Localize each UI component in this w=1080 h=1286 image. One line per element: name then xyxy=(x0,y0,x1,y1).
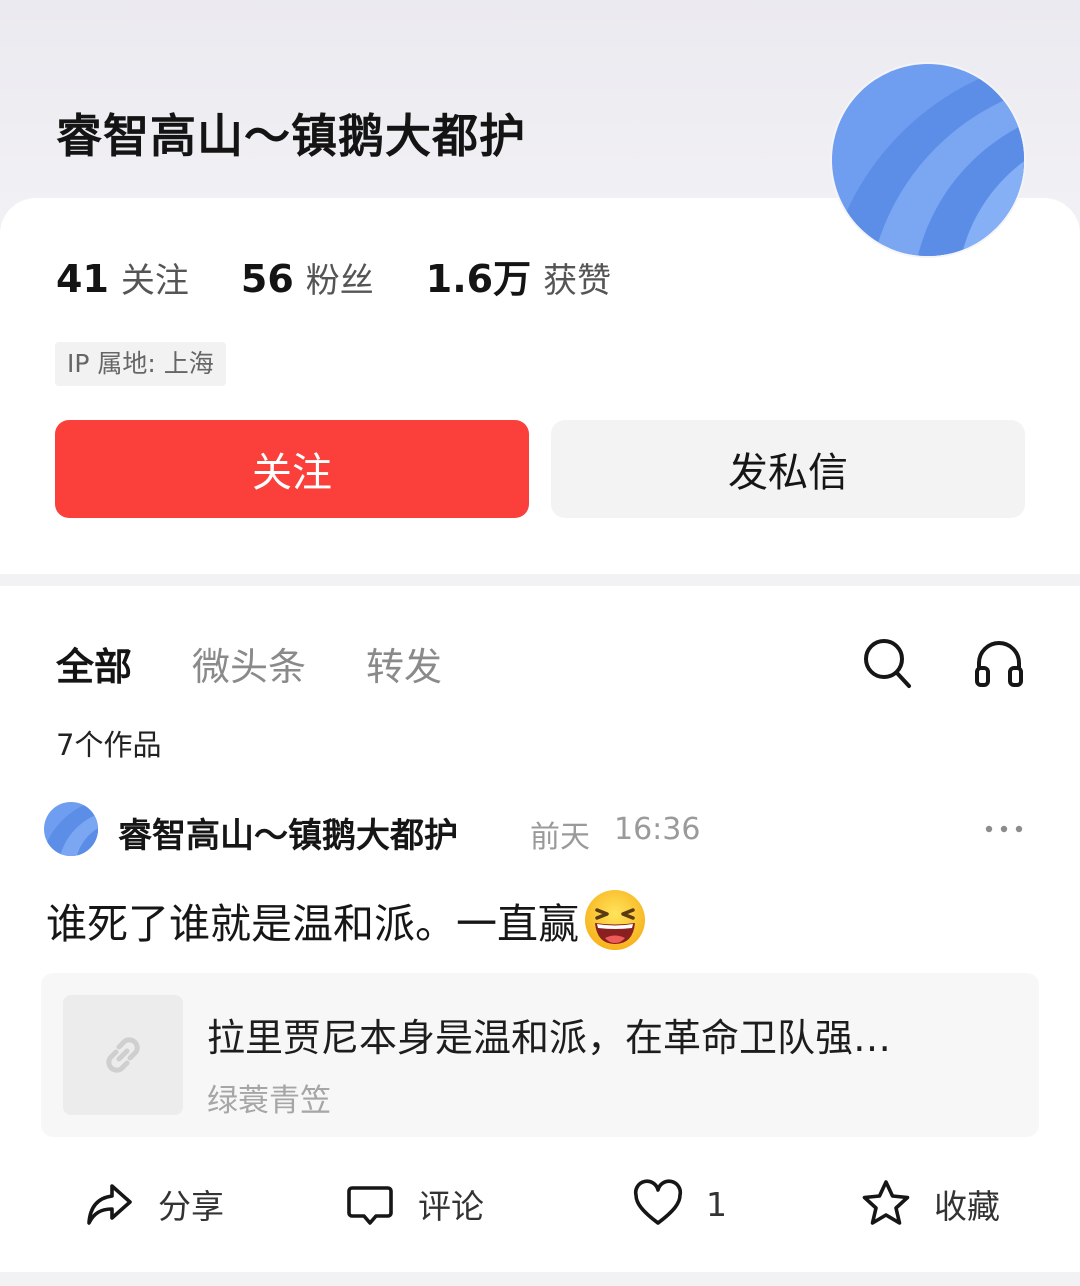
bottom-divider xyxy=(0,1272,1080,1286)
tab-reposts[interactable]: 转发 xyxy=(366,636,442,691)
stat-following-value: 41 xyxy=(56,257,109,301)
heart-icon xyxy=(633,1179,683,1225)
star-icon xyxy=(862,1180,910,1225)
comment-label: 评论 xyxy=(418,1187,484,1226)
stat-following[interactable]: 41 关注 xyxy=(56,253,189,302)
headphones-icon[interactable] xyxy=(974,636,1024,690)
like-button[interactable]: 1 xyxy=(632,1176,727,1232)
like-count: 1 xyxy=(706,1184,727,1224)
link-icon xyxy=(106,1037,140,1073)
link-title: 拉里贾尼本身是温和派，在革命卫队强… xyxy=(207,1016,892,1060)
tab-all[interactable]: 全部 xyxy=(56,636,132,691)
post-text: 谁死了谁就是温和派。一直赢 xyxy=(46,900,579,948)
tab-micro-headlines[interactable]: 微头条 xyxy=(192,636,306,691)
content-tabs: 全部 微头条 转发 xyxy=(56,636,502,691)
ip-location-tag: IP 属地: 上海 xyxy=(55,342,226,386)
link-thumbnail xyxy=(63,995,183,1115)
search-icon[interactable] xyxy=(862,636,912,690)
profile-stats: 41 关注 56 粉丝 1.6万 获赞 xyxy=(56,248,663,303)
favorite-button[interactable]: 收藏 xyxy=(860,1176,1000,1232)
comment-icon xyxy=(347,1186,393,1225)
stat-followers-label: 粉丝 xyxy=(305,261,374,301)
share-label: 分享 xyxy=(158,1187,224,1226)
post-body[interactable]: 谁死了谁就是温和派。一直赢 xyxy=(46,888,647,952)
stat-following-label: 关注 xyxy=(120,261,189,301)
post-author-name[interactable]: 睿智高山～镇鹅大都护 xyxy=(118,808,458,857)
shared-link-card[interactable]: 拉里贾尼本身是温和派，在革命卫队强… 绿蓑青笠 xyxy=(41,973,1039,1137)
stat-followers[interactable]: 56 粉丝 xyxy=(241,253,374,302)
favorite-label: 收藏 xyxy=(934,1187,1000,1226)
profile-name: 睿智高山～镇鹅大都护 xyxy=(56,109,526,163)
stat-likes-value: 1.6万 xyxy=(425,257,532,301)
stat-followers-value: 56 xyxy=(240,257,294,301)
send-message-button[interactable]: 发私信 xyxy=(551,420,1025,518)
share-icon xyxy=(87,1184,132,1225)
profile-avatar[interactable] xyxy=(832,64,1024,256)
stat-likes: 1.6万 获赞 xyxy=(426,248,611,303)
works-count: 7个作品 xyxy=(56,728,162,762)
more-options-icon[interactable] xyxy=(984,818,1024,840)
follow-button[interactable]: 关注 xyxy=(55,420,529,518)
share-button[interactable]: 分享 xyxy=(84,1176,224,1232)
post-header: 睿智高山～镇鹅大都护 前天 16:36 xyxy=(44,802,1040,858)
laughing-emoji-icon xyxy=(585,890,645,950)
stat-likes-label: 获赞 xyxy=(543,261,612,301)
post-time: 16:36 xyxy=(614,812,701,847)
post-date: 前天 xyxy=(530,820,590,855)
post-author-avatar[interactable] xyxy=(44,802,98,856)
comment-button[interactable]: 评论 xyxy=(344,1176,484,1232)
link-source: 绿蓑青笠 xyxy=(207,1083,331,1119)
section-divider xyxy=(0,574,1080,586)
